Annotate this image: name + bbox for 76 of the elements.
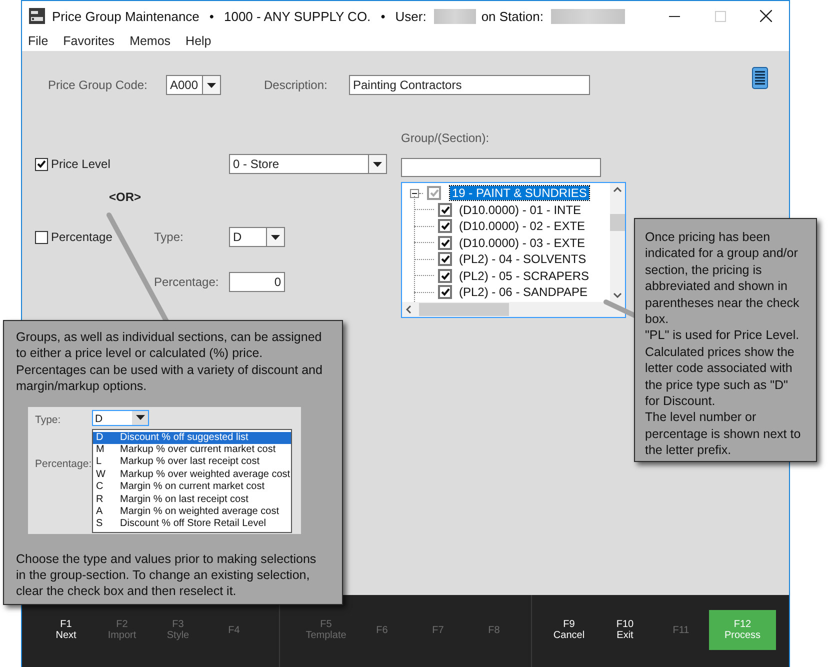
field-label: Type: <box>34 412 62 428</box>
close-icon <box>760 10 772 22</box>
vertical-scrollbar[interactable] <box>610 183 625 302</box>
list-icon[interactable] <box>752 67 768 89</box>
window-title: Price Group Maintenance <box>52 8 200 24</box>
caret-icon <box>271 234 280 240</box>
caret-icon <box>373 162 382 166</box>
price-group-code-dropdown[interactable]: A000 <box>166 75 221 95</box>
dropdown-option: R Margin % on last receipt cost <box>93 494 291 506</box>
checkbox-label: Percentage <box>51 230 112 244</box>
horizontal-scrollbar[interactable] <box>402 302 610 317</box>
callout-text: Once pricing has been indicated for a group and/or section, the pricing is abbreviated and shown in parentheses near the check box. <box>645 229 800 328</box>
title-separator: • <box>380 8 386 24</box>
title-separator: • <box>209 8 214 24</box>
caret-icon <box>207 82 216 88</box>
menu-item[interactable]: File <box>28 34 48 48</box>
function-key-button[interactable]: F9 Cancel <box>541 610 597 650</box>
dropdown-option: S Discount % off Store Retail Level <box>93 518 291 531</box>
dropdown-option: A Margin % on weighted average cost <box>93 506 291 518</box>
description-field[interactable]: Painting Contractors <box>349 75 590 95</box>
checkbox[interactable] <box>438 285 452 300</box>
dropdown-option: M Markup % over current market cost <box>93 444 291 456</box>
function-key-button[interactable]: F1 Next <box>38 610 94 650</box>
tree-item[interactable]: (D10.0000) - 01 - INTE <box>457 202 584 217</box>
checkbox[interactable] <box>427 186 441 200</box>
chevron-down-icon[interactable] <box>613 293 622 298</box>
tree-item[interactable]: (PL2) - 04 - SOLVENTS <box>457 252 588 266</box>
checkbox-label: Price Level <box>51 157 110 171</box>
chevron-up-icon[interactable] <box>613 187 622 192</box>
window-title: on Station: <box>481 8 544 24</box>
field-label: Description: <box>264 78 328 92</box>
type-dropdown[interactable]: D <box>229 227 285 247</box>
window-title: 1000 - ANY SUPPLY CO. <box>224 8 371 24</box>
callout-text: Groups, as well as individual sections, can be assigned to either a price level or calculated (%) price. Percentages can be used with a variety of discount and margin/markup options. <box>16 329 324 395</box>
field-label: Percentage: <box>34 456 92 472</box>
tree-item[interactable]: (PL2) - 06 - SANDPAPE <box>457 285 590 300</box>
dropdown-option: L Markup % over last receipt cost <box>93 456 291 469</box>
callout-text: Choose the type and values prior to making selections in the group-section. To change an existing selection, clear the check box and then reselect it. <box>16 550 318 600</box>
menu-item[interactable]: Favorites <box>63 34 115 48</box>
menu-item[interactable]: Help <box>186 34 212 48</box>
collapse-icon[interactable] <box>410 188 419 198</box>
tree-item[interactable]: (PL2) - 05 - SCRAPERS <box>457 268 592 283</box>
maximize-icon <box>714 10 726 22</box>
checkbox[interactable] <box>438 252 452 266</box>
scrollbar-thumb[interactable] <box>610 214 625 231</box>
percentage-field[interactable]: 0 <box>229 272 285 292</box>
checkbox[interactable] <box>35 158 48 170</box>
field-label: Type: <box>154 230 184 244</box>
scrollbar-thumb[interactable] <box>419 303 509 316</box>
blurred-field <box>434 8 476 24</box>
tree-item[interactable]: (D10.0000) - 02 - EXTE <box>457 219 588 234</box>
field-label: Group/(Section): <box>401 131 490 145</box>
menu-item[interactable]: Memos <box>130 34 171 48</box>
field-label: Percentage: <box>154 275 220 289</box>
field-label: Price Group Code: <box>48 78 148 92</box>
price-level-dropdown[interactable]: 0 - Store <box>229 154 387 174</box>
callout-text: "PL" is used for Price Level. <box>645 327 800 344</box>
dropdown-option: D Discount % off suggested list <box>93 432 291 444</box>
checkbox[interactable] <box>438 202 452 217</box>
group-search-field[interactable] <box>401 158 601 177</box>
tree-item[interactable]: 19 - PAINT & SUNDRIES <box>450 186 589 200</box>
function-key-button[interactable]: F10 Exit <box>597 610 653 650</box>
dropdown-option: W Markup % over weighted average cost <box>93 468 291 482</box>
dropdown-option: C Margin % on current market cost <box>93 481 291 494</box>
checkbox[interactable] <box>438 219 452 234</box>
app-logo-icon <box>29 8 45 24</box>
checkbox[interactable] <box>35 230 48 244</box>
checkbox[interactable] <box>438 236 452 250</box>
chevron-left-icon[interactable] <box>406 305 411 314</box>
callout-text: The level number or percentage is shown next to the letter prefix. <box>645 409 802 459</box>
callout-text: Calculated prices show the letter code associated with the price type such as "D" for Discount. <box>645 344 796 410</box>
caret-icon <box>136 415 144 420</box>
or-label: <OR> <box>109 190 142 206</box>
checkbox[interactable] <box>438 268 452 283</box>
window-title: User: <box>395 8 426 24</box>
tree-item[interactable]: (D10.0000) - 03 - EXTE <box>457 236 588 250</box>
